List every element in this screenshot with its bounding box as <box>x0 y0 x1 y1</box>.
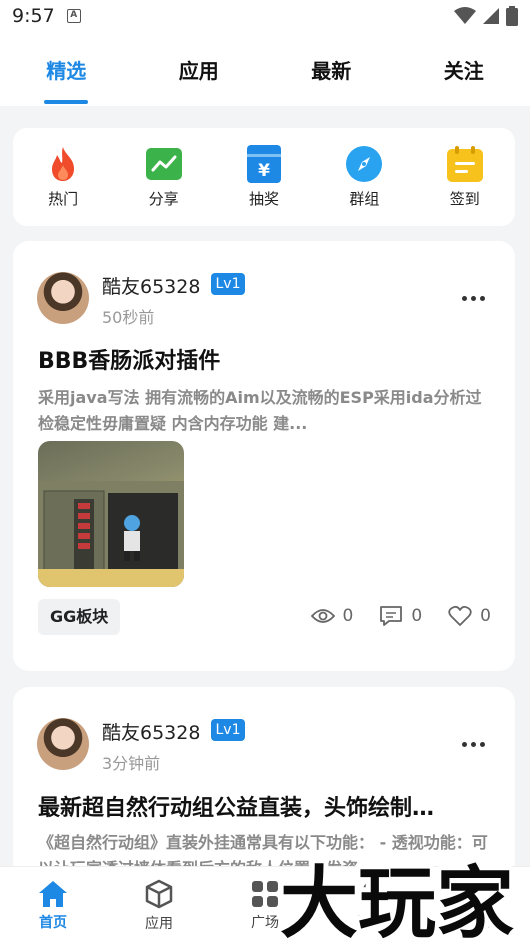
tab-label: 最新 <box>311 58 352 83</box>
post-card[interactable]: 酷友65328 Lv1 50秒前 BBB香肠派对插件 采用java写法 拥有流畅… <box>13 241 515 671</box>
nav-home[interactable]: 首页 <box>0 867 106 944</box>
views-stat: 0 <box>310 606 354 626</box>
nav-apps[interactable]: 应用 <box>106 867 212 944</box>
avatar[interactable] <box>37 272 89 324</box>
post-thumbnail[interactable] <box>38 441 184 587</box>
fire-icon <box>45 146 81 182</box>
avatar[interactable] <box>37 718 89 770</box>
tab-label: 关注 <box>443 58 484 83</box>
post-description: 采用java写法 拥有流畅的Aim以及流畅的ESP采用ida分析过检稳定性毋庸置… <box>38 388 482 433</box>
quick-link-groups[interactable]: 群组 <box>329 145 399 209</box>
quick-link-label: 分享 <box>148 189 179 208</box>
nav-label: 首页 <box>39 914 67 931</box>
quick-link-checkin[interactable]: 签到 <box>430 145 500 209</box>
author-name[interactable]: 酷友65328 <box>102 272 200 299</box>
status-icons <box>454 6 518 26</box>
comments-stat[interactable]: 0 <box>379 605 422 627</box>
quick-link-hot[interactable]: 热门 <box>28 146 98 209</box>
post-time: 3分钟前 <box>102 754 161 773</box>
quick-link-label: 热门 <box>48 189 79 208</box>
more-icon[interactable] <box>462 742 485 747</box>
tab-following[interactable]: 关注 <box>398 32 530 106</box>
game-screenshot-image <box>38 481 184 587</box>
tab-apps[interactable]: 应用 <box>133 32 266 106</box>
signal-icon <box>483 8 499 24</box>
status-time: 9:57 <box>12 5 55 27</box>
comment-icon <box>380 606 403 626</box>
yuan-lottery-icon: ¥ <box>246 144 282 183</box>
tab-latest[interactable]: 最新 <box>265 32 398 106</box>
author-name[interactable]: 酷友65328 <box>102 718 200 745</box>
home-icon <box>39 880 67 907</box>
checkin-calendar-icon <box>446 145 483 182</box>
chart-share-icon <box>145 146 182 182</box>
post-stats: 0 0 0 <box>310 605 491 627</box>
top-tabs: 精选 应用 最新 关注 <box>0 32 530 106</box>
accessibility-badge-icon: A <box>66 9 81 23</box>
quick-link-label: 群组 <box>349 189 380 208</box>
eye-icon <box>310 609 335 623</box>
post-time: 50秒前 <box>102 308 155 327</box>
compass-group-icon <box>346 145 383 182</box>
post-title[interactable]: 最新超自然行动组公益直装，头饰绘制… <box>38 790 488 822</box>
tab-label: 应用 <box>178 58 219 83</box>
status-bar: 9:57 A <box>0 0 530 32</box>
post-title[interactable]: BBB香肠派对插件 <box>38 343 488 375</box>
quick-link-lottery[interactable]: ¥ 抽奖 <box>229 144 299 209</box>
battery-icon <box>506 6 518 26</box>
likes-stat[interactable]: 0 <box>448 605 491 627</box>
cube-icon <box>145 879 173 908</box>
comments-count: 0 <box>411 606 423 626</box>
level-badge: Lv1 <box>211 273 245 295</box>
quick-link-label: 签到 <box>449 189 480 208</box>
quick-link-share[interactable]: 分享 <box>129 146 199 209</box>
heart-icon <box>448 605 472 626</box>
views-count: 0 <box>342 606 354 626</box>
more-icon[interactable] <box>462 296 485 301</box>
quick-link-label: 抽奖 <box>248 189 279 208</box>
watermark-logo: 大玩家 大玩家 <box>275 853 519 944</box>
tab-label: 精选 <box>46 58 87 83</box>
nav-label: 应用 <box>145 915 173 932</box>
svg-text:大玩家: 大玩家 <box>280 858 514 944</box>
topic-tag[interactable]: GG板块 <box>38 599 121 635</box>
tab-featured[interactable]: 精选 <box>0 32 133 106</box>
likes-count: 0 <box>480 606 491 626</box>
level-badge: Lv1 <box>211 719 245 741</box>
quick-links: 热门 分享 ¥ 抽奖 群组 签到 <box>13 128 515 226</box>
wifi-icon <box>454 7 476 24</box>
svg-text:¥: ¥ <box>258 161 270 181</box>
